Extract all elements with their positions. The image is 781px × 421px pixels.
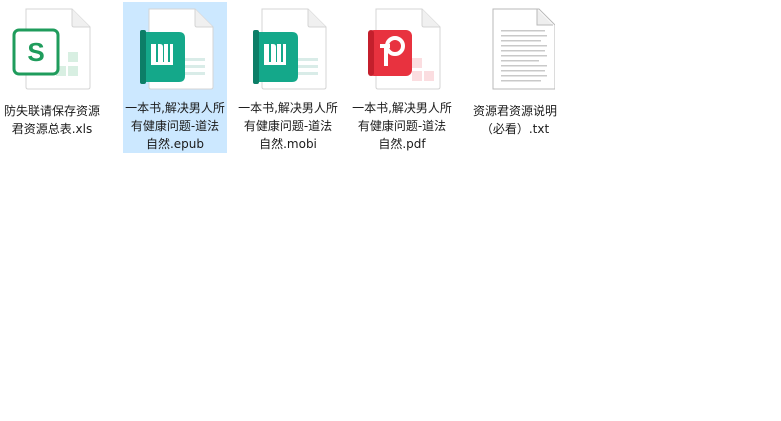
file-name-label: 一本书,解决男人所有健康问题-道法自然.mobi — [238, 101, 338, 151]
file-icon-container — [475, 8, 555, 90]
file-item-pdf[interactable]: 一本书,解决男人所有健康问题-道法自然.pdf — [350, 2, 454, 153]
book-icon — [253, 8, 327, 90]
file-icon-container — [135, 8, 215, 90]
file-name-label: 资源君资源说明（必看）.txt — [472, 104, 557, 136]
file-item-mobi[interactable]: 一本书,解决男人所有健康问题-道法自然.mobi — [236, 2, 340, 153]
text-document-icon — [492, 8, 555, 90]
file-item-epub[interactable]: 一本书,解决男人所有健康问题-道法自然.epub — [123, 2, 227, 153]
book-icon — [140, 8, 214, 90]
file-item-txt[interactable]: 资源君资源说明（必看）.txt — [463, 2, 567, 153]
file-icon-container: S — [12, 8, 92, 90]
file-explorer-view: S 防失联请保存资源君资源总表.xls 一本书,解决男人所有健康问题-道法自然.… — [0, 0, 781, 421]
file-icon-container — [248, 8, 328, 90]
file-name-label: 一本书,解决男人所有健康问题-道法自然.epub — [125, 101, 225, 151]
pdf-icon — [368, 8, 441, 90]
file-icon-container — [362, 8, 442, 90]
spreadsheet-badge-letter: S — [27, 37, 44, 67]
file-name-label: 防失联请保存资源君资源总表.xls — [3, 104, 100, 136]
file-name-label: 一本书,解决男人所有健康问题-道法自然.pdf — [352, 101, 452, 151]
file-item-xls[interactable]: S 防失联请保存资源君资源总表.xls — [0, 2, 104, 153]
spreadsheet-icon: S — [12, 8, 91, 90]
